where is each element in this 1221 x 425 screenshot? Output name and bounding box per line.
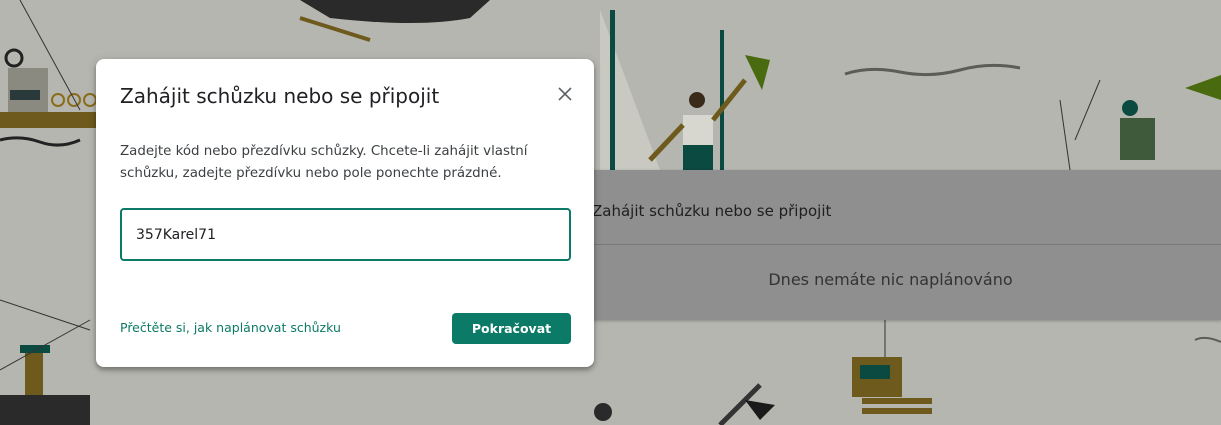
close-button[interactable] xyxy=(550,79,580,109)
dialog-title: Zahájit schůzku nebo se připojit xyxy=(120,84,440,108)
background-card-title: Zahájit schůzku nebo se připojit xyxy=(592,202,832,220)
join-meeting-dialog: Zahájit schůzku nebo se připojit Zadejte… xyxy=(96,59,594,367)
background-card-divider xyxy=(592,244,1221,245)
continue-button[interactable]: Pokračovat xyxy=(452,313,571,344)
meeting-code-input[interactable] xyxy=(120,208,571,261)
close-icon xyxy=(558,87,572,101)
dialog-description: Zadejte kód nebo přezdívku schůzky. Chce… xyxy=(120,144,528,181)
background-meeting-card: Zahájit schůzku nebo se připojit Dnes ne… xyxy=(560,170,1221,320)
background-card-empty-text: Dnes nemáte nic naplánováno xyxy=(768,270,1013,289)
schedule-help-link[interactable]: Přečtěte si, jak naplánovat schůzku xyxy=(120,320,341,335)
